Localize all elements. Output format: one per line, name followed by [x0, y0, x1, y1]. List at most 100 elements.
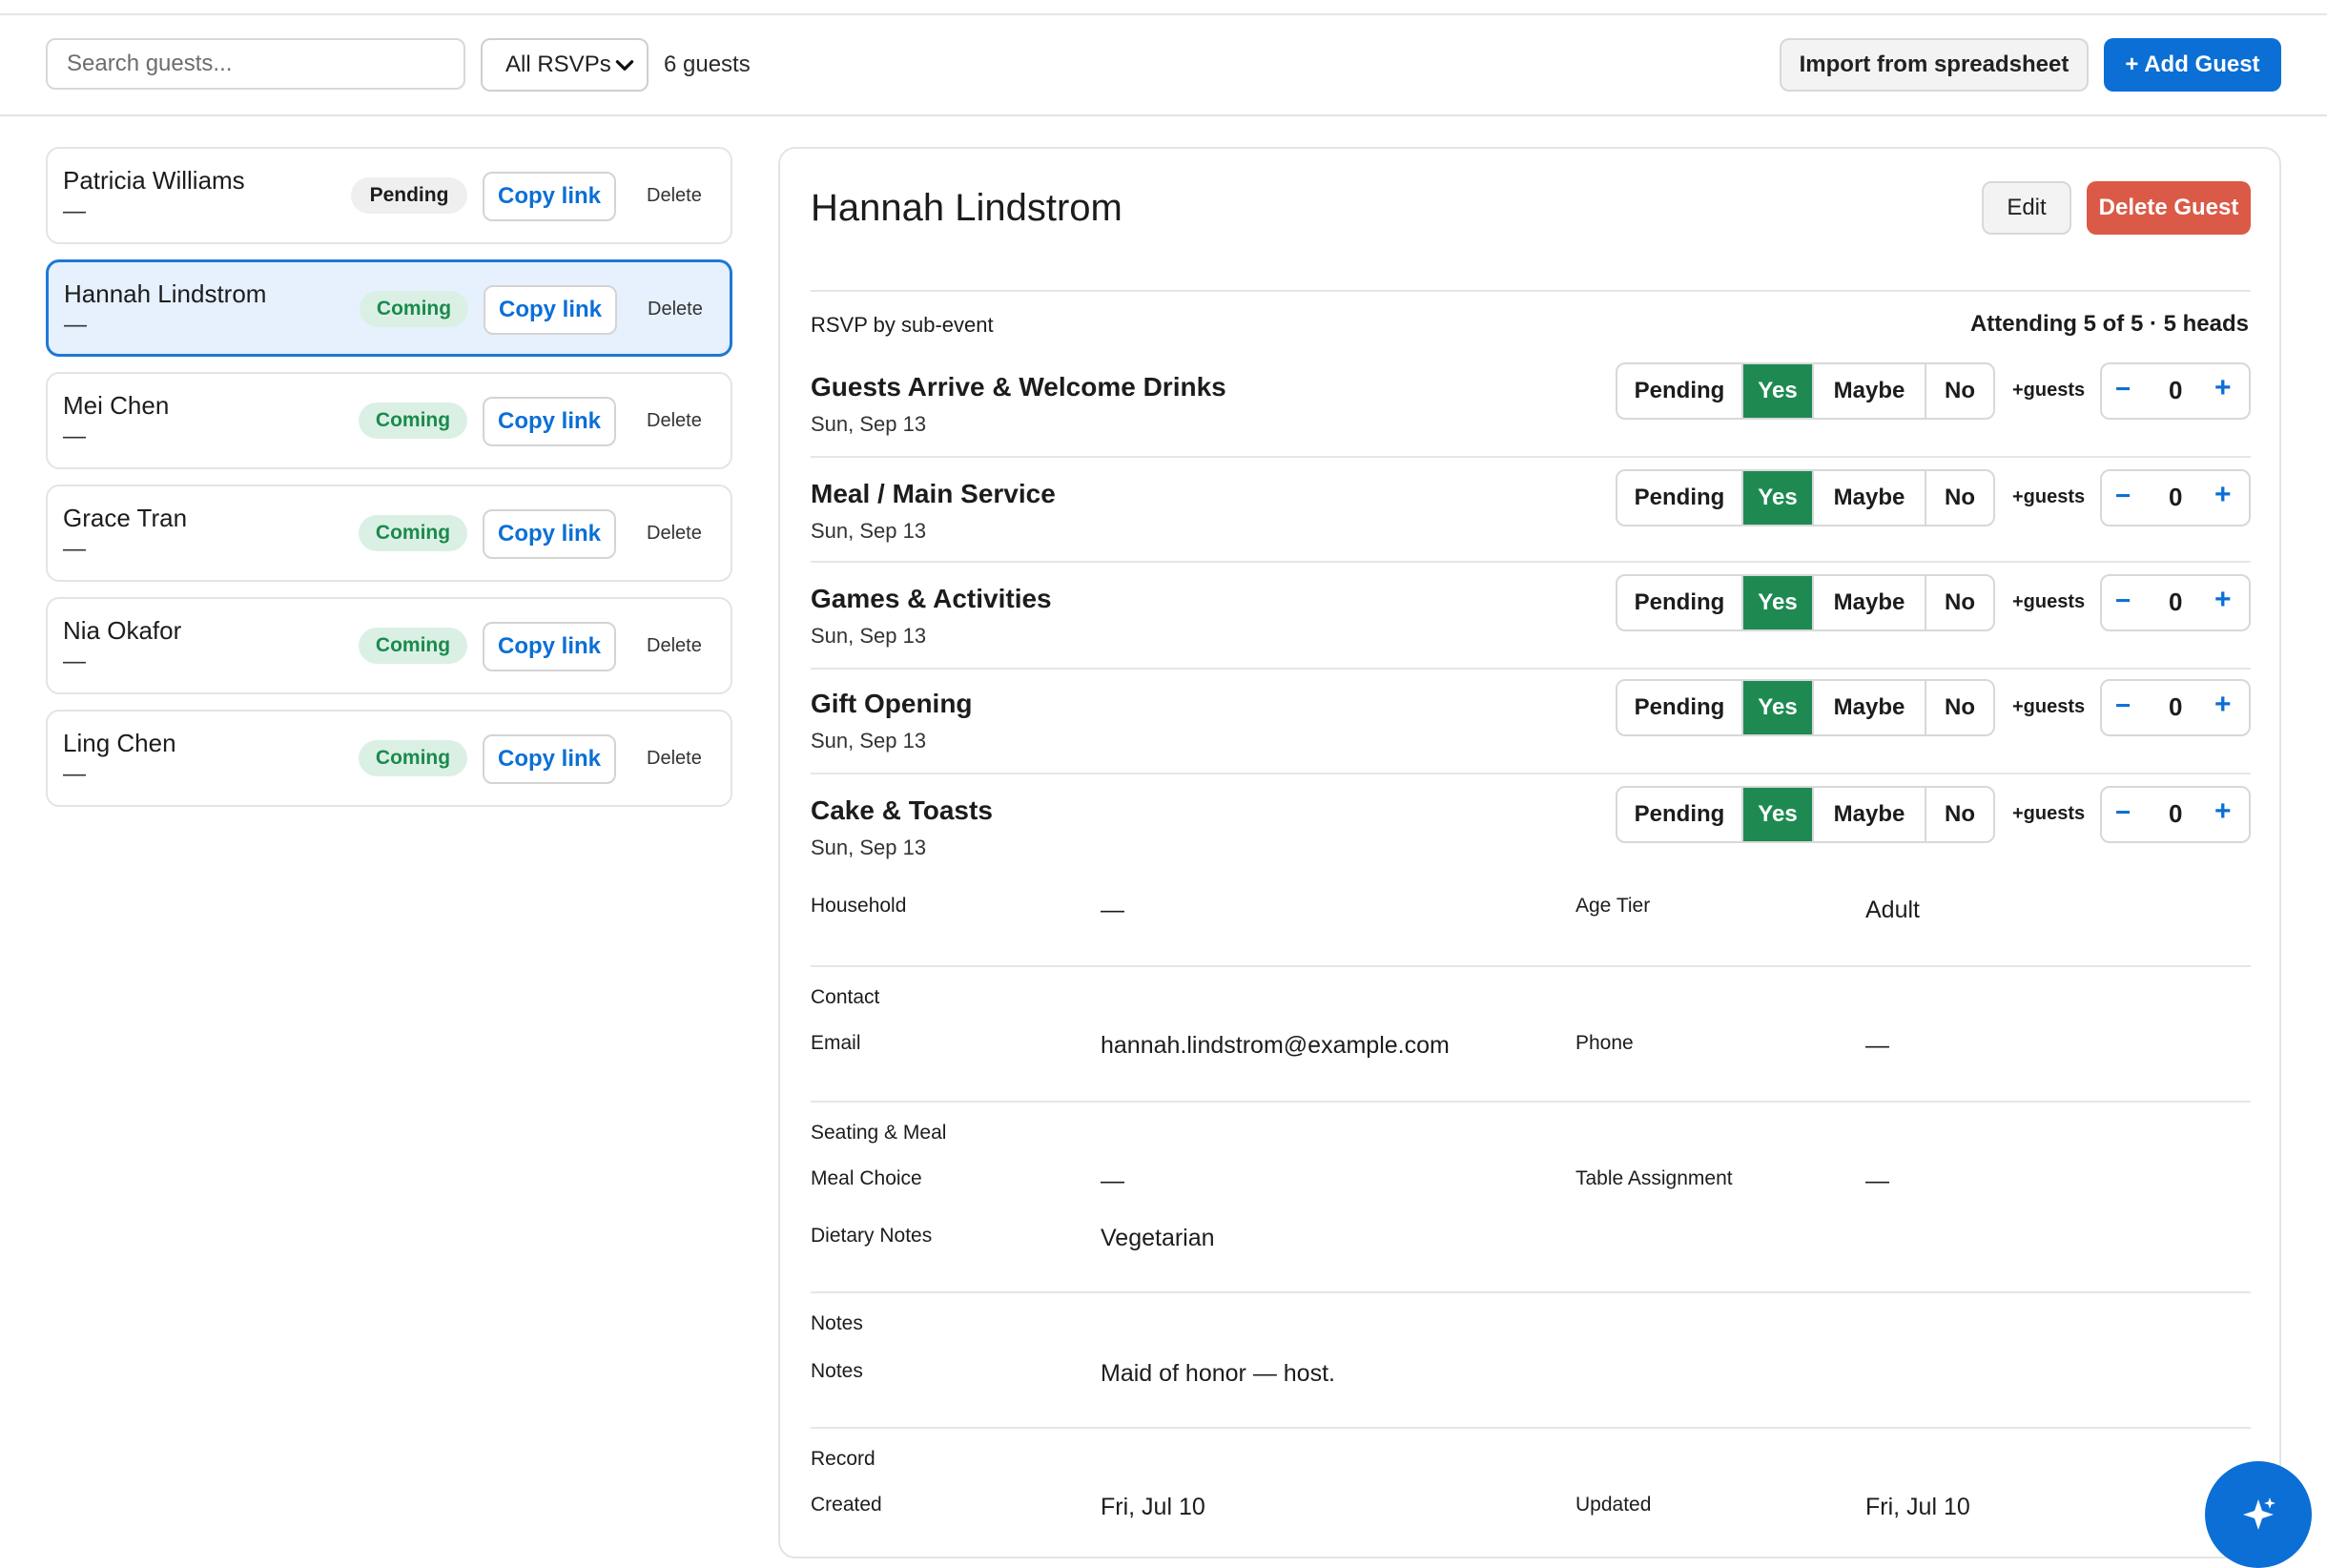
- delete-guest-link[interactable]: Delete: [647, 635, 702, 657]
- rsvp-option-pending[interactable]: Pending: [1617, 471, 1743, 525]
- assistant-fab-button[interactable]: [2205, 1461, 2312, 1568]
- delete-guest-link[interactable]: Delete: [647, 523, 702, 545]
- decrement-button[interactable]: −: [2115, 481, 2131, 511]
- guest-card[interactable]: Mei Chen — Coming Copy link Delete: [46, 372, 732, 469]
- toolbar: All RSVPs 6 guests Import from spreadshe…: [0, 15, 2327, 116]
- guest-card-selected[interactable]: Hannah Lindstrom — Coming Copy link Dele…: [46, 259, 732, 357]
- divider: [811, 1427, 2251, 1429]
- rsvp-option-maybe[interactable]: Maybe: [1814, 471, 1926, 525]
- edit-button[interactable]: Edit: [1982, 181, 2071, 235]
- delete-guest-link[interactable]: Delete: [647, 748, 702, 770]
- add-guest-button[interactable]: + Add Guest: [2104, 38, 2281, 92]
- rsvp-option-maybe[interactable]: Maybe: [1814, 788, 1926, 841]
- guest-list: Patricia Williams — Pending Copy link De…: [46, 147, 732, 822]
- copy-link-button[interactable]: Copy link: [483, 734, 616, 784]
- copy-link-button[interactable]: Copy link: [483, 509, 616, 559]
- rsvp-option-no[interactable]: No: [1926, 364, 1993, 418]
- age-tier-label: Age Tier: [1575, 895, 1651, 917]
- plus-guests-label: +guests: [2012, 380, 2086, 401]
- rsvp-option-pending[interactable]: Pending: [1617, 364, 1743, 418]
- import-spreadsheet-button[interactable]: Import from spreadsheet: [1780, 38, 2089, 92]
- divider: [811, 561, 2251, 563]
- increment-button[interactable]: +: [2214, 372, 2232, 404]
- decrement-button[interactable]: −: [2115, 586, 2131, 616]
- guest-household: —: [64, 312, 87, 338]
- email-value: hannah.lindstrom@example.com: [1101, 1032, 1450, 1059]
- guest-household: —: [63, 649, 86, 674]
- contact-section-title: Contact: [811, 986, 880, 1008]
- rsvp-section-heading: RSVP by sub-event: [811, 313, 994, 337]
- sub-event-row: Guests Arrive & Welcome Drinks Sun, Sep …: [811, 362, 2251, 477]
- sub-event-name: Meal / Main Service: [811, 479, 1056, 508]
- guest-household: —: [63, 761, 86, 787]
- copy-link-button[interactable]: Copy link: [483, 172, 616, 221]
- rsvp-option-yes[interactable]: Yes: [1743, 681, 1814, 734]
- increment-button[interactable]: +: [2214, 584, 2232, 616]
- guest-name: Ling Chen: [63, 729, 176, 757]
- guest-card[interactable]: Nia Okafor — Coming Copy link Delete: [46, 597, 732, 694]
- rsvp-option-pending[interactable]: Pending: [1617, 681, 1743, 734]
- delete-guest-button[interactable]: Delete Guest: [2087, 181, 2251, 235]
- plus-guests-label: +guests: [2012, 803, 2086, 824]
- sub-event-date: Sun, Sep 13: [811, 624, 927, 648]
- guest-name: Nia Okafor: [63, 616, 182, 645]
- guest-card[interactable]: Grace Tran — Coming Copy link Delete: [46, 485, 732, 582]
- chevron-down-icon: [615, 60, 634, 71]
- attending-summary: Attending 5 of 5 · 5 heads: [1969, 311, 2249, 337]
- rsvp-option-pending[interactable]: Pending: [1617, 788, 1743, 841]
- decrement-button[interactable]: −: [2115, 691, 2131, 721]
- increment-button[interactable]: +: [2214, 479, 2232, 511]
- copy-link-button[interactable]: Copy link: [483, 397, 616, 446]
- divider: [811, 1101, 2251, 1103]
- decrement-button[interactable]: −: [2115, 374, 2131, 404]
- divider: [811, 1291, 2251, 1293]
- sub-event-name: Games & Activities: [811, 584, 1052, 613]
- decrement-button[interactable]: −: [2115, 797, 2131, 828]
- status-badge: Pending: [351, 177, 467, 214]
- increment-button[interactable]: +: [2214, 689, 2232, 721]
- guest-card[interactable]: Ling Chen — Coming Copy link Delete: [46, 710, 732, 807]
- record-section-title: Record: [811, 1448, 875, 1470]
- copy-link-button[interactable]: Copy link: [484, 285, 617, 335]
- status-badge: Coming: [359, 628, 467, 664]
- rsvp-option-yes[interactable]: Yes: [1743, 576, 1814, 629]
- rsvp-option-no[interactable]: No: [1926, 788, 1993, 841]
- rsvp-option-yes[interactable]: Yes: [1743, 788, 1814, 841]
- search-input[interactable]: [46, 38, 465, 90]
- extra-guests-value: 0: [2169, 692, 2183, 721]
- increment-button[interactable]: +: [2214, 795, 2232, 828]
- plus-guests-label: +guests: [2012, 591, 2086, 612]
- rsvp-option-yes[interactable]: Yes: [1743, 364, 1814, 418]
- age-tier-value: Adult: [1865, 897, 1920, 923]
- copy-link-button[interactable]: Copy link: [483, 622, 616, 671]
- guest-household: —: [63, 198, 86, 224]
- rsvp-option-pending[interactable]: Pending: [1617, 576, 1743, 629]
- rsvp-segmented-control: Pending Yes Maybe No: [1616, 786, 1995, 843]
- created-label: Created: [811, 1494, 882, 1516]
- guest-card[interactable]: Patricia Williams — Pending Copy link De…: [46, 147, 732, 244]
- rsvp-filter-select[interactable]: All RSVPs: [481, 38, 649, 92]
- divider: [811, 773, 2251, 774]
- status-badge: Coming: [359, 515, 467, 551]
- guest-name: Mei Chen: [63, 391, 170, 420]
- meal-choice-label: Meal Choice: [811, 1167, 922, 1189]
- rsvp-segmented-control: Pending Yes Maybe No: [1616, 362, 1995, 420]
- rsvp-segmented-control: Pending Yes Maybe No: [1616, 469, 1995, 526]
- rsvp-option-yes[interactable]: Yes: [1743, 471, 1814, 525]
- rsvp-option-maybe[interactable]: Maybe: [1814, 364, 1926, 418]
- extra-guests-stepper: − 0 +: [2100, 786, 2251, 843]
- delete-guest-link[interactable]: Delete: [647, 185, 702, 207]
- rsvp-option-no[interactable]: No: [1926, 471, 1993, 525]
- sub-event-date: Sun, Sep 13: [811, 412, 927, 436]
- delete-guest-link[interactable]: Delete: [648, 299, 703, 320]
- rsvp-option-maybe[interactable]: Maybe: [1814, 576, 1926, 629]
- rsvp-option-no[interactable]: No: [1926, 681, 1993, 734]
- extra-guests-value: 0: [2169, 588, 2183, 616]
- phone-value: —: [1865, 1032, 1889, 1059]
- rsvp-option-no[interactable]: No: [1926, 576, 1993, 629]
- delete-guest-link[interactable]: Delete: [647, 410, 702, 432]
- guest-detail-title: Hannah Lindstrom: [811, 187, 1122, 229]
- rsvp-option-maybe[interactable]: Maybe: [1814, 681, 1926, 734]
- sub-event-name: Cake & Toasts: [811, 795, 993, 825]
- seating-section-title: Seating & Meal: [811, 1122, 947, 1144]
